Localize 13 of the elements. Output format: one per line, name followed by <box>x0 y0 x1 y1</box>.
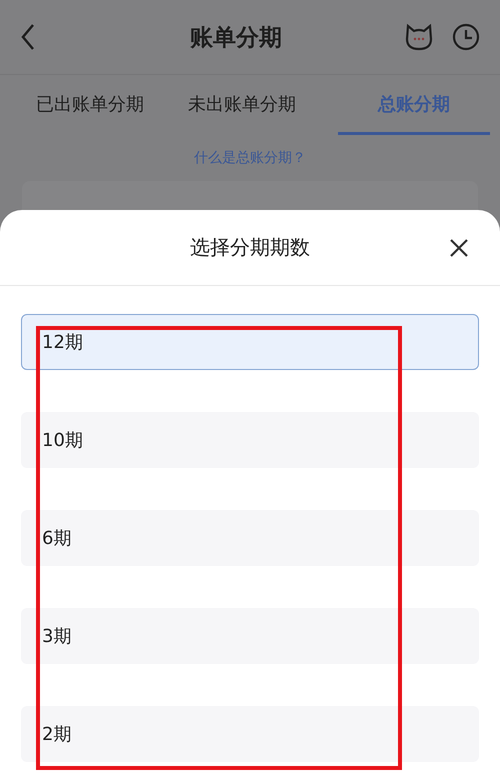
period-option[interactable]: 10期 <box>21 412 479 468</box>
clock-icon[interactable] <box>452 23 480 51</box>
sheet-title: 选择分期期数 <box>190 234 310 261</box>
period-option[interactable]: 6期 <box>21 510 479 566</box>
cat-icon[interactable] <box>404 23 434 51</box>
tab[interactable]: 已出账单分期 <box>14 75 166 135</box>
period-option[interactable]: 12期 <box>21 314 479 370</box>
period-option[interactable]: 2期 <box>21 706 479 762</box>
page-title: 账单分期 <box>189 24 283 52</box>
close-icon[interactable] <box>449 238 469 258</box>
back-icon[interactable] <box>20 23 36 51</box>
period-option[interactable]: 3期 <box>21 608 479 664</box>
tab[interactable]: 未出账单分期 <box>166 75 318 135</box>
